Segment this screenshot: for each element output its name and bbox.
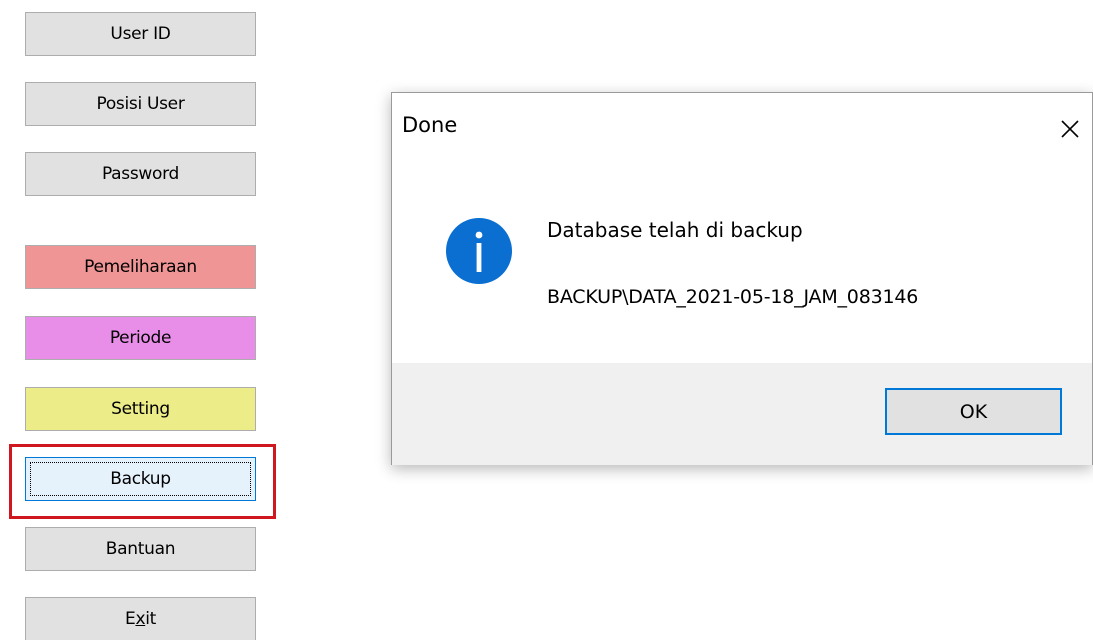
periode-button[interactable]: Periode (25, 316, 256, 360)
exit-label: Exit (124, 609, 156, 629)
message-dialog: Done Database telah di backup BACKUP\DAT… (391, 92, 1093, 465)
bantuan-button[interactable]: Bantuan (25, 527, 256, 571)
exit-button[interactable]: Exit (25, 597, 256, 640)
ok-button[interactable]: OK (885, 388, 1062, 435)
dialog-title: Done (402, 113, 458, 137)
backup-file-path: BACKUP\DATA_2021-05-18_JAM_083146 (547, 286, 919, 308)
dialog-message: Database telah di backup (547, 218, 803, 242)
ok-label: OK (959, 400, 988, 423)
bantuan-label: Bantuan (105, 539, 176, 559)
backup-highlight-outline (9, 444, 276, 519)
periode-label: Periode (109, 328, 172, 348)
posisi-user-button[interactable]: Posisi User (25, 82, 256, 126)
user-id-label: User ID (110, 24, 171, 44)
pemeliharaan-button[interactable]: Pemeliharaan (25, 245, 256, 289)
app-window: User ID Posisi User Password Pemeliharaa… (0, 0, 1093, 640)
dialog-close-button[interactable] (1048, 101, 1092, 157)
pemeliharaan-label: Pemeliharaan (84, 257, 197, 277)
password-label: Password (101, 164, 179, 184)
password-button[interactable]: Password (25, 152, 256, 196)
user-id-button[interactable]: User ID (25, 12, 256, 56)
setting-button[interactable]: Setting (25, 387, 256, 431)
dialog-footer: OK (392, 363, 1092, 465)
close-icon (1061, 120, 1079, 138)
posisi-user-label: Posisi User (96, 94, 185, 114)
setting-label: Setting (111, 399, 170, 419)
info-icon (446, 218, 512, 284)
